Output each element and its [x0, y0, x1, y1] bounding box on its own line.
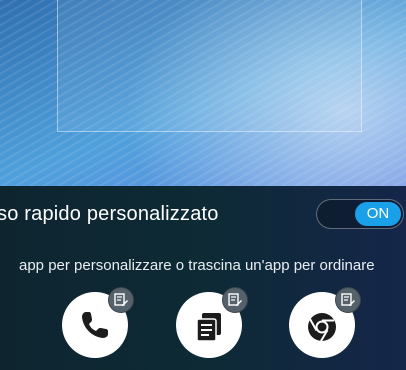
edit-shortcut-badge[interactable] — [222, 287, 248, 313]
edit-shortcut-badge[interactable] — [335, 287, 361, 313]
quick-access-toggle[interactable]: ON — [316, 199, 404, 229]
edit-icon — [341, 293, 355, 306]
edit-icon — [114, 293, 128, 306]
edit-icon — [228, 293, 242, 306]
quick-access-title: so rapido personalizzato — [0, 203, 219, 225]
notes-app-button[interactable] — [176, 287, 248, 358]
chrome-app-button[interactable] — [289, 287, 361, 358]
phone-app-button[interactable] — [62, 287, 134, 358]
toggle-on-label: ON — [355, 202, 401, 226]
widget-frame — [57, 0, 362, 132]
edit-shortcut-badge[interactable] — [108, 287, 134, 313]
instruction-text: app per personalizzare o trascina un'app… — [19, 257, 375, 274]
